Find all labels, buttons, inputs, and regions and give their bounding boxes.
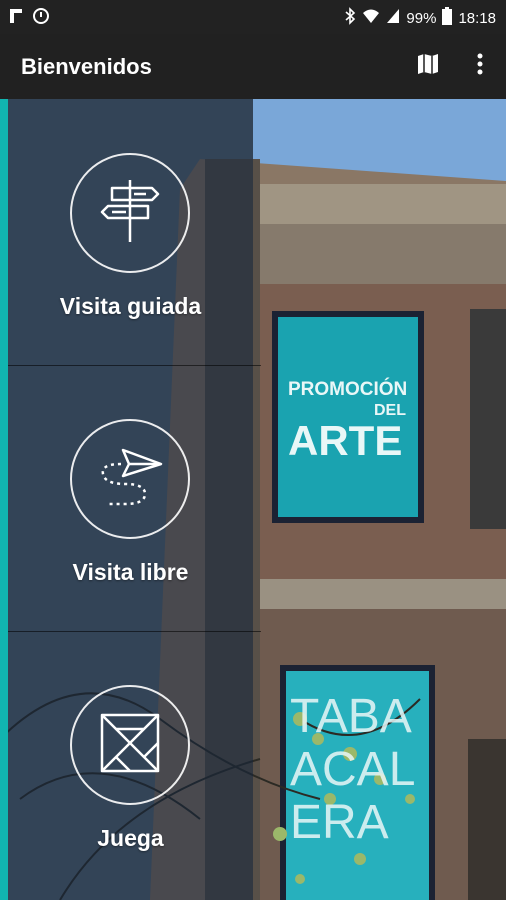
sync-icon [32,7,50,30]
paper-plane-path-icon [95,442,165,517]
menu-item-circle [70,419,190,539]
banner-2-line-3: ERA [290,796,389,849]
overflow-menu-button[interactable] [466,50,494,82]
banner-2-line-2: ACAL [290,743,416,796]
app-bar: Bienvenidos [0,34,506,99]
menu-item-circle [70,685,190,805]
battery-percent: 99% [406,10,437,27]
menu-item-visita-libre[interactable]: Visita libre [8,365,253,631]
menu-item-juega[interactable]: Juega [8,631,253,897]
menu-item-label: Juega [97,825,164,851]
signal-icon [386,8,400,30]
banner-1-line-1: PROMOCIÓN [288,379,408,400]
map-icon [416,52,440,81]
menu-item-circle [70,153,190,273]
status-right: 99% 18:18 [344,7,496,31]
more-vert-icon [477,53,483,80]
status-bar: 99% 18:18 [0,0,506,34]
tangram-icon [100,713,160,778]
menu-item-visita-guiada[interactable]: Visita guiada [8,99,253,365]
banner-1-line-3: ARTE [288,417,403,464]
clock: 18:18 [458,10,496,27]
notification-f-icon [8,7,24,30]
battery-icon [442,7,453,31]
menu-panel: Visita guiada Visita libre Juega [8,99,261,900]
map-button[interactable] [412,50,444,82]
signpost-icon [100,176,160,251]
bluetooth-icon [344,7,356,31]
wifi-icon [362,8,380,30]
page-title: Bienvenidos [21,54,152,79]
menu-item-label: Visita libre [72,559,189,585]
status-left-icons [8,7,50,30]
menu-item-label: Visita guiada [59,293,202,319]
accent-bar [0,99,8,900]
banner-2-line-1: TABA [290,690,412,743]
